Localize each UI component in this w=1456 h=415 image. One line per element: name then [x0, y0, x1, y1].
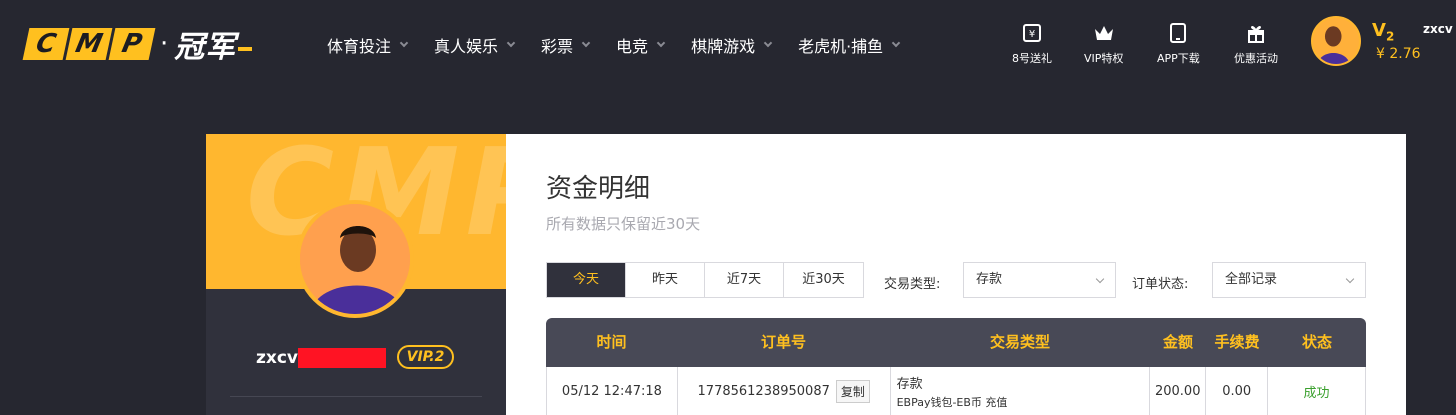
logo-letter: P: [108, 28, 156, 60]
page-subtitle: 所有数据只保留近30天: [546, 215, 701, 233]
logo-dot: ·: [160, 29, 169, 59]
cell-order-no: 1778561238950087 复制: [678, 367, 891, 415]
order-status-select[interactable]: 全部记录: [1212, 262, 1366, 298]
logo-letter: M: [65, 28, 113, 60]
quick-link-promotions[interactable]: 优惠活动: [1234, 22, 1278, 66]
chevron-down-icon: [399, 38, 409, 48]
column-header-type: 交易类型: [989, 333, 1050, 351]
column-header-amount: 金额: [1162, 333, 1193, 351]
top-bar: C M P · 冠军 体育投注 真人娱乐 彩票 电竞 棋牌游戏 老虎机·捕鱼 ¥…: [0, 0, 1456, 88]
column-header-status: 状态: [1301, 333, 1332, 351]
type-detail: EBPay钱包-EB币 充值: [896, 396, 1008, 409]
gift-icon: [1248, 26, 1264, 43]
quick-link-app[interactable]: APP下载: [1157, 22, 1200, 66]
profile-username: zxcv: [256, 348, 299, 368]
profile-card: CMP zxcv VIP.2: [206, 134, 506, 415]
chevron-down-icon: [763, 38, 773, 48]
ticket-icon: ¥: [1023, 24, 1041, 42]
brand-logo[interactable]: C M P · 冠军: [22, 22, 253, 66]
tab-today[interactable]: 今天: [547, 263, 626, 297]
nav-item-slots-fishing[interactable]: 老虎机·捕鱼: [798, 33, 901, 57]
date-range-tabs: 今天 昨天 近7天 近30天: [546, 262, 864, 298]
svg-text:¥: ¥: [1029, 29, 1035, 40]
chevron-down-icon: [891, 38, 901, 48]
column-header-fee: 手续费: [1214, 333, 1260, 351]
profile-avatar-image: [300, 204, 410, 314]
divider: [230, 396, 482, 397]
transactions-table: 时间 订单号 交易类型 金额 手续费 状态 05/12 12:47:18 177…: [546, 318, 1366, 415]
quick-link-vip[interactable]: VIP特权: [1084, 22, 1123, 66]
table-header: 时间 订单号 交易类型 金额 手续费 状态: [546, 318, 1366, 367]
crown-icon: [1094, 26, 1113, 40]
logo-cmp: C M P: [22, 28, 156, 60]
quick-link-gift8[interactable]: ¥ 8号送礼: [1012, 22, 1052, 66]
tab-last-7-days[interactable]: 近7天: [705, 263, 784, 297]
top-username: zxcv: [1423, 22, 1453, 36]
transaction-type-label: 交易类型:: [884, 277, 941, 292]
cell-type: 存款 EBPay钱包-EB币 充值: [891, 367, 1151, 415]
chevron-down-icon: [581, 38, 591, 48]
cell-fee: 0.00: [1206, 367, 1269, 415]
logo-letter: C: [22, 28, 70, 60]
fund-details-panel: 资金明细 所有数据只保留近30天 今天 昨天 近7天 近30天 交易类型: 存款…: [506, 134, 1406, 415]
nav-item-sports[interactable]: 体育投注: [327, 33, 409, 57]
chevron-down-icon: [656, 38, 666, 48]
vip-badge: VIP.2: [397, 345, 454, 369]
main-nav: 体育投注 真人娱乐 彩票 电竞 棋牌游戏 老虎机·捕鱼: [327, 33, 926, 57]
type-main: 存款: [896, 377, 923, 392]
profile-avatar[interactable]: [296, 200, 414, 318]
order-status-label: 订单状态:: [1132, 277, 1189, 292]
tab-last-30-days[interactable]: 近30天: [784, 263, 863, 297]
cell-time: 05/12 12:47:18: [547, 367, 678, 415]
avatar[interactable]: [1311, 16, 1361, 66]
nav-item-lottery[interactable]: 彩票: [541, 33, 591, 57]
nav-item-card-games[interactable]: 棋牌游戏: [691, 33, 773, 57]
table-row: 05/12 12:47:18 1778561238950087 复制 存款 EB…: [546, 367, 1366, 415]
account-balance: ¥ 2.76: [1376, 46, 1421, 62]
redaction-bar: [298, 348, 386, 368]
tab-yesterday[interactable]: 昨天: [626, 263, 705, 297]
status-badge: 成功: [1268, 367, 1366, 415]
column-header-time: 时间: [596, 333, 627, 351]
chevron-down-icon: [1095, 274, 1105, 284]
nav-item-live-casino[interactable]: 真人娱乐: [434, 33, 516, 57]
user-avatar-image: [1313, 18, 1359, 64]
chevron-down-icon: [1345, 274, 1355, 284]
column-header-order-no: 订单号: [760, 333, 806, 351]
tablet-icon: [1170, 23, 1187, 43]
cell-amount: 200.00: [1150, 367, 1207, 415]
nav-item-esports[interactable]: 电竞: [616, 33, 666, 57]
transaction-type-select[interactable]: 存款: [963, 262, 1116, 298]
chevron-down-icon: [506, 38, 516, 48]
logo-cn-name: 冠军: [174, 22, 253, 66]
page-title: 资金明细: [546, 174, 651, 204]
vip-level: V2: [1372, 20, 1395, 44]
copy-button[interactable]: 复制: [835, 380, 870, 403]
